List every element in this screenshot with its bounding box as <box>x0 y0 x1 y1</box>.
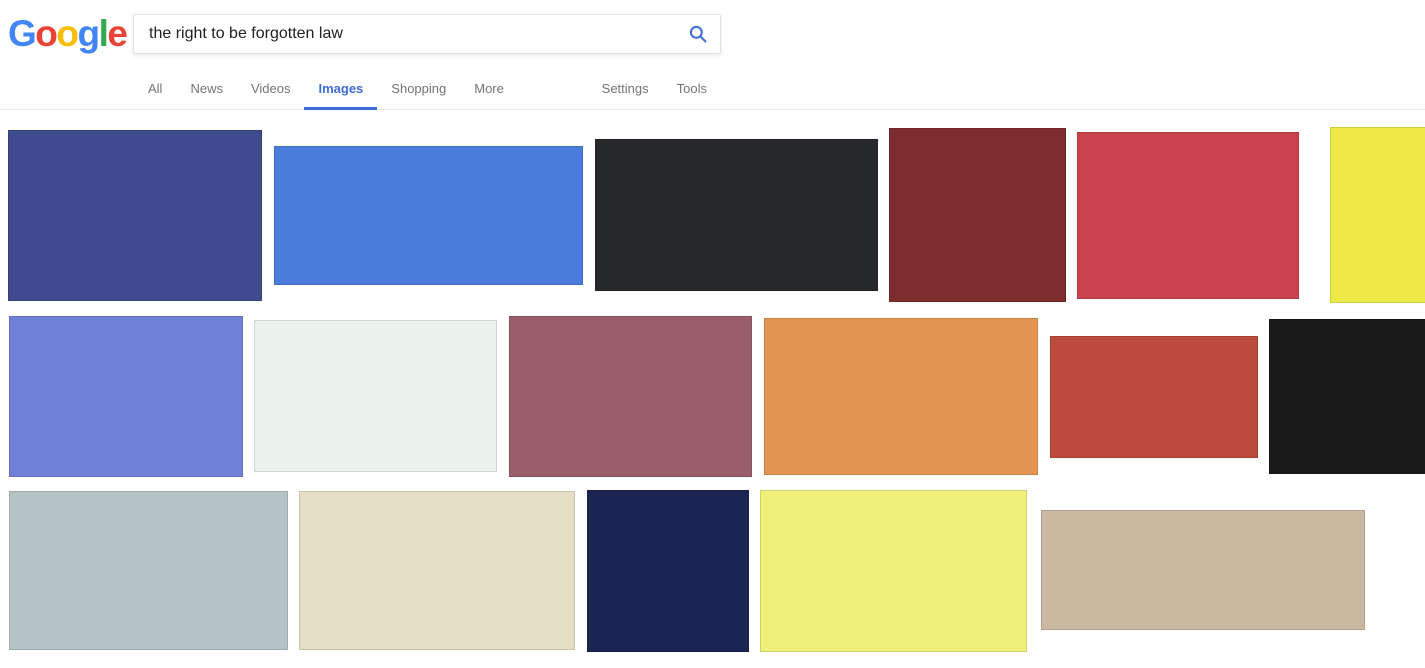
tab-all[interactable]: All <box>134 70 176 110</box>
image-result[interactable] <box>274 146 583 285</box>
google-images-page: Google AllNewsVideosImagesShoppingMore S… <box>0 0 1425 668</box>
tab-tools[interactable]: Tools <box>663 70 721 110</box>
image-result[interactable] <box>8 130 262 301</box>
nav-tabs: AllNewsVideosImagesShoppingMore <box>134 70 518 110</box>
image-result[interactable] <box>254 320 497 472</box>
image-result[interactable] <box>299 491 575 650</box>
logo-letter: o <box>56 13 77 54</box>
image-result[interactable] <box>1041 510 1365 630</box>
image-result[interactable] <box>889 128 1066 302</box>
image-result[interactable] <box>9 491 288 650</box>
tab-shopping[interactable]: Shopping <box>377 70 460 110</box>
logo-letter: e <box>107 13 126 54</box>
image-result[interactable] <box>760 490 1027 652</box>
tab-videos[interactable]: Videos <box>237 70 305 110</box>
image-result[interactable] <box>1077 132 1299 299</box>
tab-images[interactable]: Images <box>304 70 377 110</box>
image-result[interactable] <box>1330 127 1425 303</box>
google-logo[interactable]: Google <box>8 10 126 58</box>
image-result[interactable] <box>595 139 878 291</box>
image-result[interactable] <box>587 490 749 652</box>
image-result[interactable] <box>9 316 243 477</box>
logo-letter: o <box>35 13 56 54</box>
nav-tools: SettingsTools <box>588 70 721 110</box>
search-icon <box>688 24 708 44</box>
tab-more[interactable]: More <box>460 70 518 110</box>
logo-letter: g <box>78 13 99 54</box>
image-result[interactable] <box>1050 336 1258 458</box>
search-button[interactable] <box>676 15 720 53</box>
search-box <box>133 14 721 54</box>
search-input[interactable] <box>134 15 676 53</box>
search-header: Google AllNewsVideosImagesShoppingMore S… <box>0 0 1425 110</box>
image-result[interactable] <box>509 316 752 477</box>
results-nav: AllNewsVideosImagesShoppingMore Settings… <box>134 70 721 110</box>
tab-settings[interactable]: Settings <box>588 70 663 110</box>
image-result[interactable] <box>764 318 1038 475</box>
logo-letter: G <box>8 13 35 54</box>
tab-news[interactable]: News <box>176 70 237 110</box>
image-result[interactable] <box>1269 319 1425 474</box>
